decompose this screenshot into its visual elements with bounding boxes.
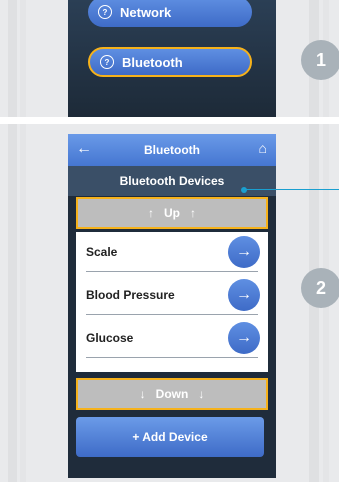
device-row-scale[interactable]: Scale → <box>76 232 268 272</box>
background-stripe <box>20 124 26 482</box>
home-icon[interactable]: ⌂ <box>259 140 267 156</box>
screen-title: Bluetooth <box>144 143 200 157</box>
bluetooth-button[interactable]: ? Bluetooth <box>88 47 252 77</box>
scroll-down-button[interactable]: ↓ Down ↓ <box>76 378 268 410</box>
arrow-right-icon[interactable]: → <box>228 279 260 311</box>
up-label: Up <box>164 206 180 220</box>
device-label: Scale <box>86 245 118 259</box>
help-icon: ? <box>100 55 114 69</box>
row-divider <box>86 314 258 315</box>
arrow-right-icon[interactable]: → <box>228 236 260 268</box>
up-arrow-icon: ↑ <box>190 206 196 220</box>
title-bar: ← Bluetooth ⌂ <box>68 134 276 166</box>
step-1-panel: ? Network ? Bluetooth 1 <box>0 0 339 117</box>
back-arrow-icon[interactable]: ← <box>76 140 92 158</box>
row-divider <box>86 357 258 358</box>
down-arrow-icon: ↓ <box>139 387 146 401</box>
network-button[interactable]: ? Network <box>88 0 252 27</box>
up-arrow-icon: ↑ <box>148 206 154 220</box>
device-row-blood-pressure[interactable]: Blood Pressure → <box>76 275 268 315</box>
row-divider <box>86 271 258 272</box>
panel-gap <box>0 117 339 124</box>
device-label: Glucose <box>86 331 134 345</box>
callout-line <box>245 189 339 190</box>
down-label: Down <box>155 387 189 401</box>
device-row-glucose[interactable]: Glucose → <box>76 318 268 358</box>
step-1-badge: 1 <box>301 40 339 80</box>
device-label: Blood Pressure <box>86 288 175 302</box>
background-stripe <box>20 0 26 117</box>
network-label: Network <box>120 4 172 20</box>
callout-dot <box>241 187 247 193</box>
bluetooth-screen: ← Bluetooth ⌂ Bluetooth Devices ↑ Up ↑ S… <box>68 134 276 478</box>
step-2-badge: 2 <box>301 268 339 308</box>
arrow-right-icon[interactable]: → <box>228 322 260 354</box>
add-device-button[interactable]: + Add Device <box>76 417 264 457</box>
settings-menu-screen: ? Network ? Bluetooth <box>68 0 276 117</box>
device-list: Scale → Blood Pressure → Glucose → <box>76 232 268 372</box>
bluetooth-label: Bluetooth <box>122 54 183 70</box>
scroll-up-button[interactable]: ↑ Up ↑ <box>76 197 268 229</box>
down-arrow-icon: ↓ <box>198 387 205 401</box>
background-stripe <box>8 0 17 117</box>
help-icon: ? <box>98 5 112 19</box>
background-stripe <box>8 124 17 482</box>
